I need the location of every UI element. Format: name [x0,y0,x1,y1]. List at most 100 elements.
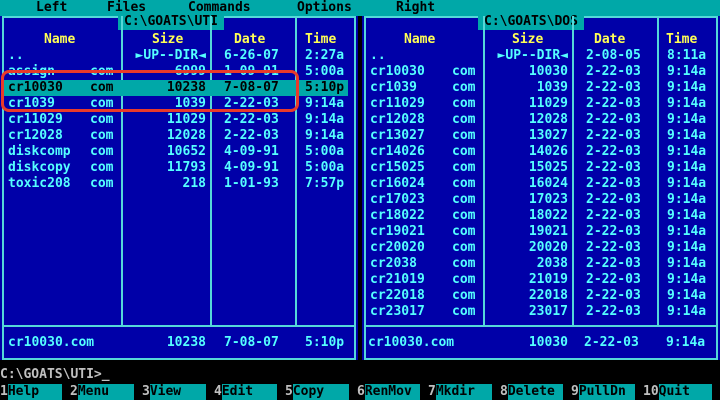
file-row[interactable]: cr12028 com 12028 2-22-03 9:14a [366,112,716,128]
file-ext: com [452,128,476,143]
command-prompt[interactable]: C:\GOATS\UTI>_ [0,367,110,383]
file-row[interactable]: cr11029 com 11029 2-22-03 9:14a [366,96,716,112]
file-size: 20020 [528,240,568,255]
file-size: 11029 [166,112,206,127]
file-row[interactable]: cr13027 com 13027 2-22-03 9:14a [366,128,716,144]
file-row[interactable]: cr15025 com 15025 2-22-03 9:14a [366,160,716,176]
file-time: 2:27a [305,48,345,63]
fkey-1[interactable]: 1Help [0,384,62,400]
file-ext: com [452,176,476,191]
file-date: 2-22-03 [224,112,279,127]
file-name: cr21019 [370,272,425,287]
file-time: 9:14a [667,160,707,175]
file-row[interactable]: cr10030 com 10030 2-22-03 9:14a [366,64,716,80]
right-status-date: 2-22-03 [584,335,639,350]
file-name: cr13027 [370,128,425,143]
right-header-name[interactable]: Name [404,32,435,48]
file-name: cr11029 [8,112,63,127]
file-ext: com [90,128,114,143]
left-status-line: cr10030.com 10238 7-08-07 5:10p [0,335,358,351]
fkey-4[interactable]: 4Edit [214,384,277,400]
file-date: 2-22-03 [586,208,641,223]
file-row[interactable]: cr11029 com 11029 2-22-03 9:14a [4,112,354,128]
file-time: 9:14a [667,224,707,239]
file-ext: com [452,288,476,303]
menu-right[interactable]: Right [396,0,435,16]
fkey-label: PullDn [578,384,635,400]
file-ext: com [452,112,476,127]
file-ext: com [452,160,476,175]
file-size: ►UP--DIR◄ [135,48,206,63]
file-row[interactable]: cr19021 com 19021 2-22-03 9:14a [366,224,716,240]
fkey-8[interactable]: 8Delete [500,384,563,400]
fkey-label: Delete [507,384,563,400]
menu-options[interactable]: Options [297,0,352,16]
file-ext: com [452,304,476,319]
fkey-7[interactable]: 7Mkdir [428,384,492,400]
fkey-10[interactable]: 10Quit [643,384,712,400]
fkey-label: Menu [77,384,134,400]
right-header-date[interactable]: Date [594,32,625,48]
file-row[interactable]: diskcopy com 11793 4-09-91 5:00a [4,160,354,176]
file-time: 9:14a [667,192,707,207]
file-row[interactable]: cr21019 com 21019 2-22-03 9:14a [366,272,716,288]
file-row[interactable]: cr22018 com 22018 2-22-03 9:14a [366,288,716,304]
file-date: 2-22-03 [586,240,641,255]
file-date: 2-22-03 [586,160,641,175]
file-row[interactable]: cr2038 com 2038 2-22-03 9:14a [366,256,716,272]
file-row[interactable]: cr16024 com 16024 2-22-03 9:14a [366,176,716,192]
fkey-3[interactable]: 3View [142,384,206,400]
file-size: 15025 [528,160,568,175]
file-row[interactable]: cr23017 com 23017 2-22-03 9:14a [366,304,716,320]
right-panel-title: C:\GOATS\DOS [478,14,584,30]
file-ext: com [452,208,476,223]
file-row[interactable]: .. ►UP--DIR◄ 6-26-07 2:27a [4,48,354,64]
file-row[interactable]: cr14026 com 14026 2-22-03 9:14a [366,144,716,160]
left-status-date: 7-08-07 [224,335,279,350]
right-file-panel: C:\GOATS\DOS Name Size Date Time .. ►UP--… [362,14,720,360]
file-time: 9:14a [667,288,707,303]
left-status-file: cr10030.com [8,335,95,350]
left-header-date[interactable]: Date [234,32,265,48]
fkey-6[interactable]: 6RenMov [357,384,420,400]
file-ext: com [452,192,476,207]
file-date: 2-22-03 [586,176,641,191]
file-row[interactable]: .. ►UP--DIR◄ 2-08-05 8:11a [366,48,716,64]
fkey-2[interactable]: 2Menu [70,384,134,400]
file-size: 12028 [528,112,568,127]
left-header-size[interactable]: Size [152,32,183,48]
file-time: 5:00a [305,144,345,159]
fkey-label: Help [7,384,62,400]
fkey-9[interactable]: 9PullDn [571,384,635,400]
fkey-number: 3 [142,384,150,399]
file-size: 19021 [528,224,568,239]
file-row[interactable]: cr17023 com 17023 2-22-03 9:14a [366,192,716,208]
file-row[interactable]: toxic208 com 218 1-01-93 7:57p [4,176,354,192]
fkey-label: Mkdir [435,384,492,400]
file-row[interactable]: diskcomp com 10652 4-09-91 5:00a [4,144,354,160]
file-time: 9:14a [305,96,345,111]
fkey-label: Quit [658,384,712,400]
file-row[interactable]: cr20020 com 20020 2-22-03 9:14a [366,240,716,256]
right-header-time[interactable]: Time [666,32,697,48]
function-key-bar: 1Help 2Menu 3View 4Edit 5Copy 6RenMov 7Mkdir 8D… [0,384,720,400]
file-size: 14026 [528,144,568,159]
left-header-time[interactable]: Time [305,32,336,48]
file-date: 2-22-03 [586,144,641,159]
file-ext: com [452,272,476,287]
fkey-5[interactable]: 5Copy [285,384,349,400]
file-size: 11029 [528,96,568,111]
file-date: 2-22-03 [586,224,641,239]
right-header-size[interactable]: Size [512,32,543,48]
file-time: 9:14a [667,240,707,255]
left-header-name[interactable]: Name [44,32,75,48]
file-row[interactable]: cr1039 com 1039 2-22-03 9:14a [366,80,716,96]
file-date: 2-22-03 [586,272,641,287]
fkey-number: 9 [571,384,579,399]
file-date: 2-22-03 [224,128,279,143]
file-time: 9:14a [667,256,707,271]
file-row[interactable]: cr18022 com 18022 2-22-03 9:14a [366,208,716,224]
menu-left[interactable]: Left [36,0,67,16]
file-row[interactable]: cr12028 com 12028 2-22-03 9:14a [4,128,354,144]
right-status-line: cr10030.com 10030 2-22-03 9:14a [362,335,720,351]
